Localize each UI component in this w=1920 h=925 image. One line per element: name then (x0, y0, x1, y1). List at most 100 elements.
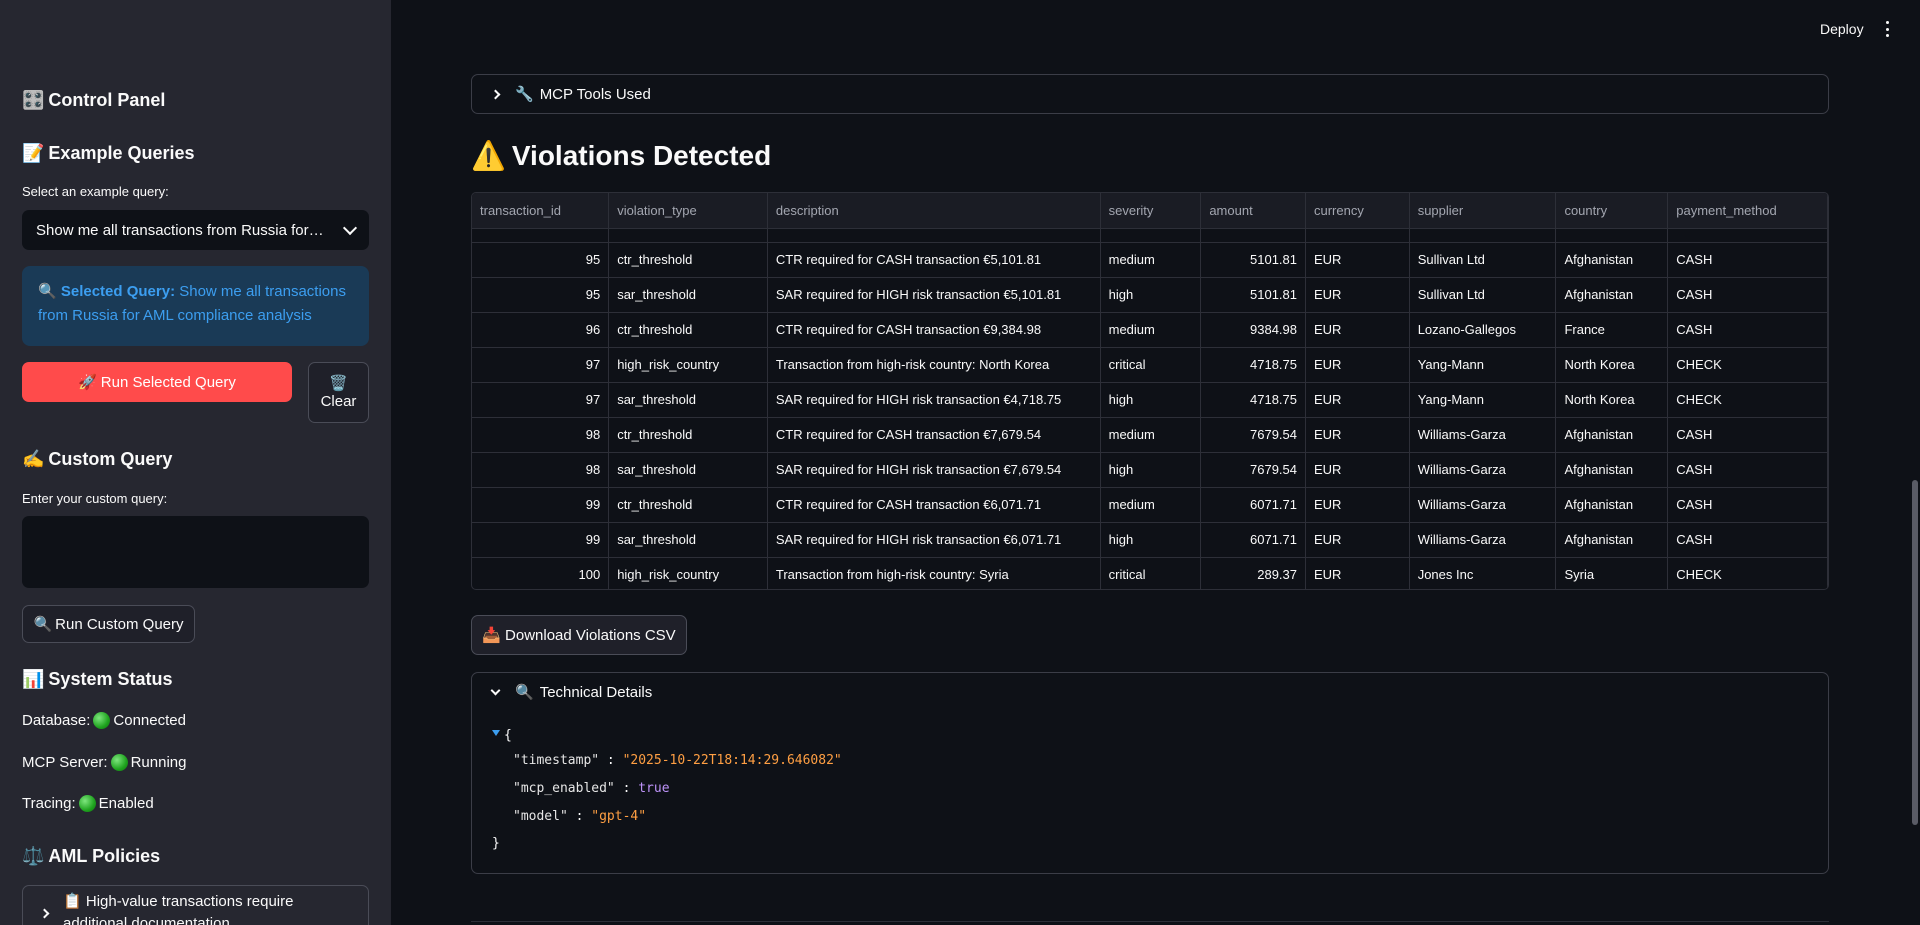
table-cell-country: Afghanistan (1555, 277, 1669, 313)
table-cell-description: Transaction from high-risk country: Nort… (767, 347, 1101, 383)
table-cell-currency: EUR (1305, 382, 1410, 418)
violations-heading: ⚠️ Violations Detected (471, 139, 771, 172)
table-cell-description: CTR required for CASH transaction €5,101… (767, 242, 1101, 278)
memo-icon: 📝 (22, 143, 45, 163)
technical-details-expander: 🔍 Technical Details { "timestamp" : "202… (471, 672, 1829, 874)
rocket-icon: 🚀 (78, 374, 97, 391)
table-cell-amount: 4718.75 (1200, 347, 1306, 383)
table-cell-currency: EUR (1305, 417, 1410, 453)
table-cell-country: Afghanistan (1555, 417, 1669, 453)
violations-title: Violations Detected (511, 139, 772, 171)
table-cell-amount: 5101.81 (1200, 277, 1306, 313)
more-menu-icon[interactable] (1886, 21, 1890, 37)
column-header[interactable]: supplier (1409, 193, 1557, 229)
collapse-triangle-icon[interactable] (492, 730, 500, 736)
table-cell-severity: high (1100, 382, 1202, 418)
chevron-down-icon (490, 685, 501, 695)
table-cell-violation-type: ctr_threshold (608, 417, 768, 453)
status-label: Database: (22, 712, 91, 729)
example-queries-heading: 📝 Example Queries (22, 143, 195, 164)
table-cell-violation-type: high_risk_country (608, 347, 768, 383)
column-header[interactable]: violation_type (608, 193, 768, 229)
table-cell-currency: EUR (1305, 347, 1410, 383)
table-cell-country: Afghanistan (1555, 487, 1669, 523)
table-cell-severity: high (1100, 452, 1202, 488)
table-cell-payment-method: CASH (1667, 522, 1828, 558)
table-cell-supplier: Williams-Garza (1409, 487, 1557, 523)
table-cell-transaction-id: 97 (472, 382, 610, 418)
custom-query-heading: ✍️ Custom Query (22, 449, 172, 470)
table-cell-violation-type: ctr_threshold (608, 312, 768, 348)
table-cell-description: Transaction from high-risk country: Syri… (767, 557, 1101, 589)
table-cell-currency: EUR (1305, 312, 1410, 348)
column-header[interactable]: currency (1305, 193, 1410, 229)
green-circle-icon (110, 754, 128, 771)
table-cell-description: SAR required for HIGH risk transaction €… (767, 522, 1101, 558)
table-row[interactable]: 97 sar_threshold SAR required for HIGH ris… (472, 382, 1828, 418)
json-row-mcp-enabled: "mcp_enabled" : true (513, 781, 670, 796)
search-icon: 🔍 (33, 616, 53, 633)
column-header[interactable]: severity (1100, 193, 1202, 229)
table-cell-severity: high (1100, 522, 1202, 558)
table-cell-payment-method: CASH (1667, 452, 1828, 488)
policy-expander[interactable]: 📋 High-value transactions require additi… (22, 885, 369, 925)
mcp-tools-header[interactable]: 🔧 MCP Tools Used (472, 75, 1828, 113)
mcp-tools-expander[interactable]: 🔧 MCP Tools Used (471, 74, 1829, 114)
custom-query-input[interactable] (22, 516, 369, 588)
column-header[interactable]: country (1555, 193, 1669, 229)
table-cell-payment-method: CASH (1667, 312, 1828, 348)
json-row-model: "model" : "gpt-4" (513, 809, 647, 824)
table-row[interactable]: 96 ctr_threshold CTR required for CASH tra… (472, 312, 1828, 348)
control-panel-heading: 🎛️ Control Panel (22, 90, 165, 111)
column-header[interactable]: description (767, 193, 1101, 229)
status-mcp-server: MCP Server: Running (22, 754, 186, 771)
page-scrollbar[interactable] (1912, 480, 1918, 825)
chevron-right-icon (490, 89, 501, 99)
deploy-button[interactable]: Deploy (1820, 21, 1864, 37)
json-row-timestamp: "timestamp" : "2025-10-22T18:14:29.64608… (513, 753, 842, 768)
run-custom-query-button[interactable]: 🔍 Run Custom Query (22, 605, 195, 643)
table-cell-violation-type: ctr_threshold (608, 242, 768, 278)
table-cell-severity: medium (1100, 487, 1202, 523)
table-cell-amount: 4718.75 (1200, 382, 1306, 418)
table-cell-severity: high (1100, 277, 1202, 313)
table-cell-supplier: Williams-Garza (1409, 417, 1557, 453)
column-header[interactable]: transaction_id (472, 193, 610, 229)
table-cell-transaction-id: 99 (472, 487, 610, 523)
selected-query-bold: Selected Query: (60, 283, 176, 300)
system-status-heading: 📊 System Status (22, 669, 172, 690)
table-cell-supplier: Sullivan Ltd (1409, 277, 1557, 313)
clipboard-icon: 📋 (63, 893, 82, 910)
table-row[interactable]: 97 high_risk_country Transaction from high… (472, 347, 1828, 383)
table-row[interactable]: 99 ctr_threshold CTR required for CASH tra… (472, 487, 1828, 523)
table-row[interactable]: 99 sar_threshold SAR required for HIGH ris… (472, 522, 1828, 558)
table-row[interactable]: 100 high_risk_country Transaction from hig… (472, 557, 1828, 589)
column-header[interactable]: payment_method (1667, 193, 1828, 229)
table-cell-violation-type: sar_threshold (608, 522, 768, 558)
sidebar: 🎛️ Control Panel 📝 Example Queries Selec… (0, 0, 391, 925)
column-header[interactable]: amount (1200, 193, 1306, 229)
table-cell-description: CTR required for CASH transaction €9,384… (767, 312, 1101, 348)
table-cell-country: Afghanistan (1555, 242, 1669, 278)
run-selected-query-button[interactable]: 🚀 Run Selected Query (22, 362, 292, 402)
table-cell-payment-method: CASH (1667, 242, 1828, 278)
example-query-select[interactable]: Show me all transactions from Russia for… (22, 210, 369, 250)
technical-details-header[interactable]: 🔍 Technical Details (472, 673, 1828, 711)
status-label: Tracing: (22, 795, 76, 812)
clear-button[interactable]: 🗑️ Clear (308, 362, 369, 423)
table-row[interactable]: 95 sar_threshold SAR required for HIGH ris… (472, 277, 1828, 313)
status-label: MCP Server: (22, 754, 108, 771)
search-icon: 🔍 (38, 283, 57, 300)
table-cell-description: CTR required for CASH transaction €7,679… (767, 417, 1101, 453)
table-cell-description: SAR required for HIGH risk transaction €… (767, 382, 1101, 418)
table-cell-violation-type: high_risk_country (608, 557, 768, 589)
table-cell-severity: medium (1100, 417, 1202, 453)
violations-table[interactable]: transaction_id violation_type descriptio… (471, 192, 1829, 590)
table-row[interactable]: 95 ctr_threshold CTR required for CASH tra… (472, 242, 1828, 278)
table-row[interactable]: 98 sar_threshold SAR required for HIGH ris… (472, 452, 1828, 488)
table-row[interactable]: 98 ctr_threshold CTR required for CASH tra… (472, 417, 1828, 453)
policy-text: High-value transactions require addition… (63, 893, 294, 925)
download-csv-button[interactable]: 📥 Download Violations CSV (471, 615, 687, 655)
selected-query-info: 🔍 Selected Query: Show me all transactio… (22, 266, 369, 346)
scales-icon: ⚖️ (22, 846, 45, 866)
